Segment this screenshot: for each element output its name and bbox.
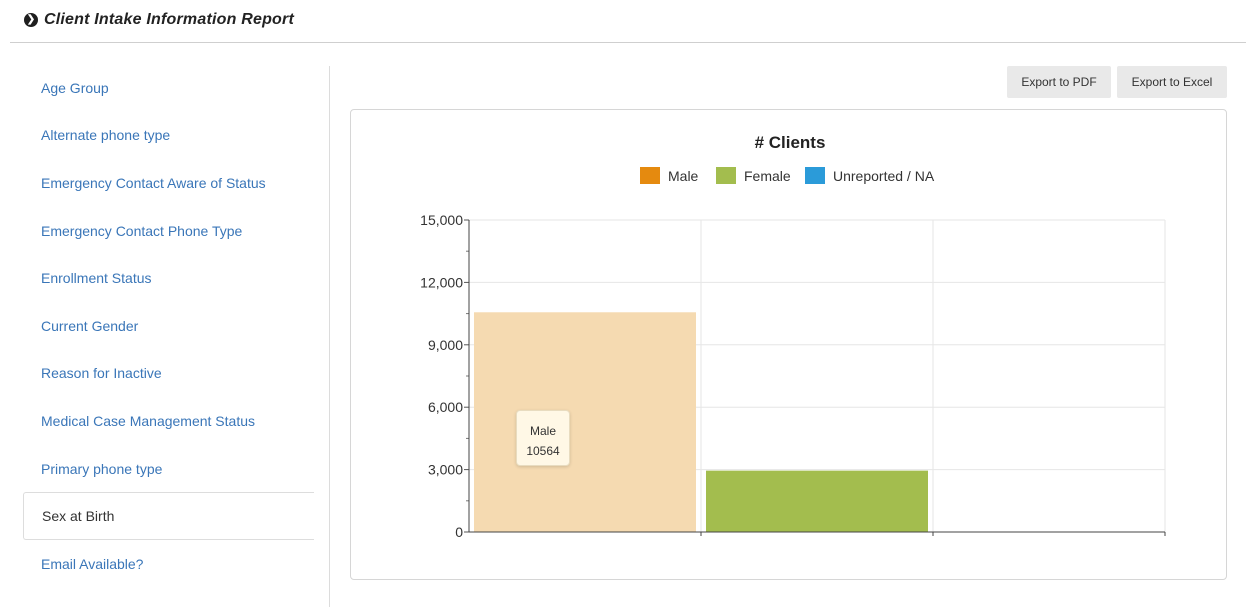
bar-female [706,470,928,532]
y-tick-label: 0 [455,524,463,540]
legend-swatch-1 [716,167,736,184]
y-tick-label: 12,000 [420,274,463,290]
y-tick-label: 15,000 [420,212,463,228]
chart-title: # Clients [755,133,826,152]
y-tick-label: 9,000 [428,337,463,353]
y-tick-label: 6,000 [428,399,463,415]
chart-tooltip: Male 10564 [516,410,570,466]
legend-label-0: Male [668,168,699,184]
bar-chart: # Clients Male Female Unreported / NA 0 3,000… [420,133,1166,540]
y-tick-label: 3,000 [428,462,463,478]
legend-swatch-0 [640,167,660,184]
legend-label-2: Unreported / NA [833,168,935,184]
legend-label-1: Female [744,168,791,184]
tooltip-value: 10564 [526,444,560,458]
bar-male [474,312,696,532]
tooltip-category: Male [529,424,556,438]
legend-swatch-2 [805,167,825,184]
